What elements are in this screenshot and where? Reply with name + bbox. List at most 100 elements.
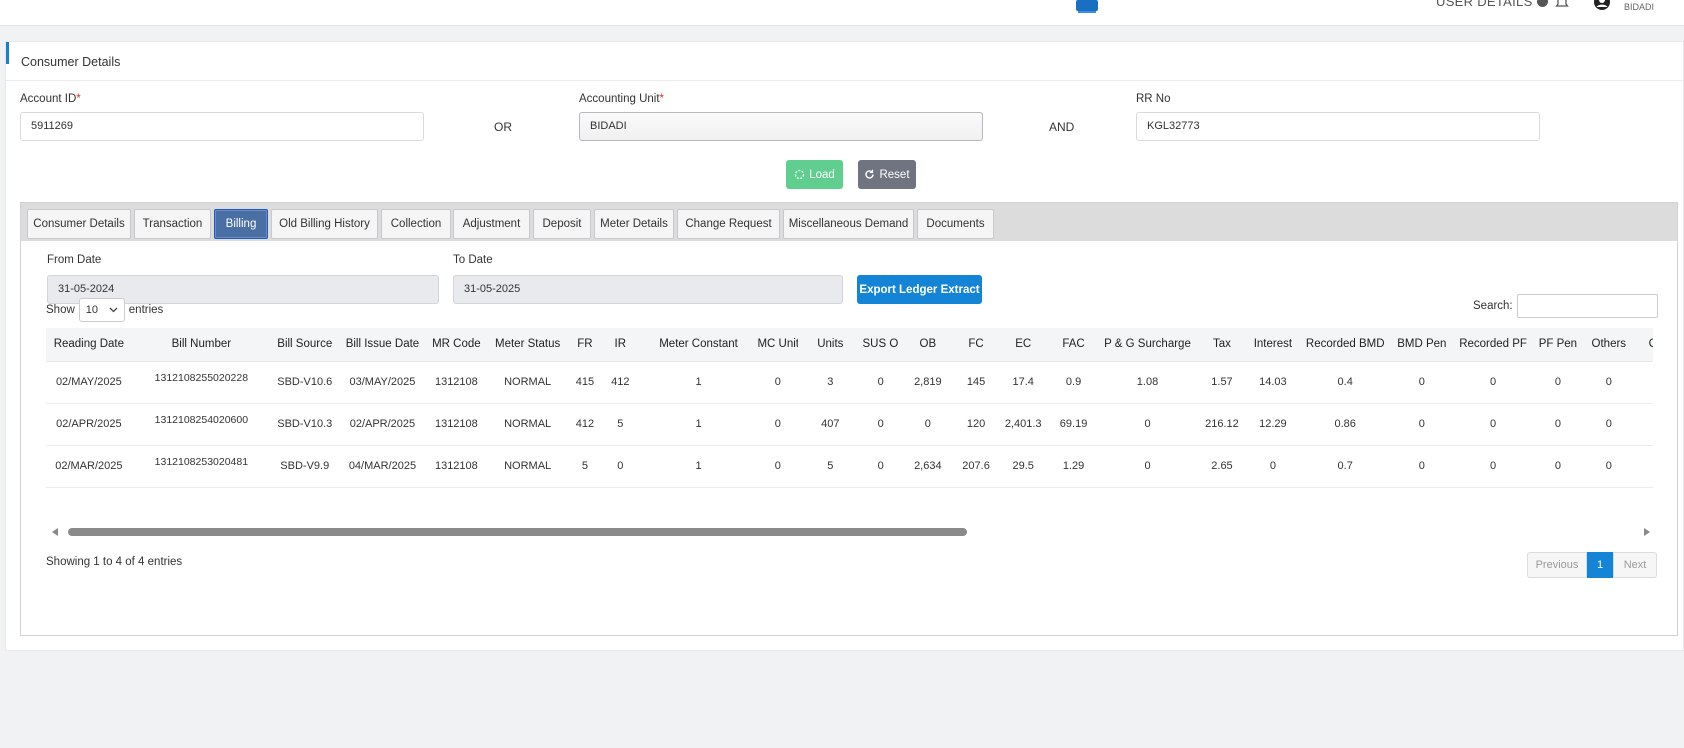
- column-header[interactable]: MR Code: [426, 328, 487, 362]
- table-cell: [1633, 403, 1653, 446]
- column-header[interactable]: Reading Date: [46, 328, 132, 362]
- table-cell: 0: [1096, 487, 1199, 488]
- column-header[interactable]: MC Units: [757, 328, 799, 362]
- next-page-button[interactable]: Next: [1613, 552, 1657, 578]
- to-date-label: To Date: [453, 254, 493, 266]
- column-header[interactable]: Bill Source: [271, 328, 339, 362]
- tab-billing[interactable]: Billing: [214, 209, 268, 239]
- table-cell: NORMAL: [486, 403, 569, 446]
- table-cell: 0: [1583, 487, 1634, 488]
- column-header[interactable]: Others: [1583, 328, 1634, 362]
- tab-documents[interactable]: Documents: [917, 209, 994, 239]
- reset-button[interactable]: Reset: [858, 160, 916, 189]
- table-cell: 5: [601, 403, 640, 446]
- table-cell: 1312108: [426, 487, 487, 488]
- table-cell: 12.29: [1245, 403, 1301, 446]
- horizontal-scrollbar[interactable]: [52, 525, 1650, 539]
- table-cell: 0.86: [1300, 403, 1390, 446]
- to-date-input[interactable]: 31-05-2025: [453, 275, 843, 304]
- table-cell: 1: [639, 361, 758, 404]
- tab-consumer-details[interactable]: Consumer Details: [27, 209, 131, 239]
- tab-adjustment[interactable]: Adjustment: [453, 209, 530, 239]
- rr-no-input[interactable]: KGL32773: [1136, 112, 1540, 141]
- table-cell: 1312108: [426, 361, 487, 404]
- tab-meter-details[interactable]: Meter Details: [594, 209, 674, 239]
- column-header[interactable]: PF Pen: [1532, 328, 1584, 362]
- page-length-select[interactable]: 10: [78, 298, 125, 322]
- column-header[interactable]: P & G Surcharge: [1096, 328, 1199, 362]
- table-cell: 0: [757, 487, 799, 488]
- table-cell: 1: [639, 403, 758, 446]
- table-cell: 120: [956, 403, 996, 446]
- column-header[interactable]: SUS OB: [862, 328, 899, 362]
- table-cell: 1312108252020180: [131, 487, 272, 488]
- divider: [6, 80, 1683, 81]
- tab-old-billing-history[interactable]: Old Billing History: [271, 209, 378, 239]
- from-date-label: From Date: [47, 254, 102, 266]
- column-header[interactable]: IR: [601, 328, 640, 362]
- table-cell: 0.9: [1051, 361, 1097, 404]
- table-cell: [1633, 361, 1653, 404]
- table-cell: 1.08: [1096, 361, 1199, 404]
- column-header[interactable]: Meter Status: [486, 328, 569, 362]
- tab-transaction[interactable]: Transaction: [134, 209, 211, 239]
- table-cell: 0: [1583, 361, 1634, 404]
- table-row: 02/MAR/2025 1312108253020481 SBD-V9.9 04/MA…: [46, 445, 1653, 488]
- table-cell: NORMAL: [486, 445, 569, 488]
- tab-miscellaneous-demand[interactable]: Miscellaneous Demand: [783, 209, 914, 239]
- table-cell: 0: [862, 361, 899, 404]
- avatar-icon[interactable]: [1593, 0, 1611, 11]
- tab-bar: Consumer Details Transaction Billing Old…: [21, 203, 1677, 241]
- search-input[interactable]: [1516, 294, 1658, 318]
- column-header[interactable]: Tax: [1198, 328, 1246, 362]
- table-cell: 0: [1453, 487, 1533, 488]
- column-header[interactable]: FR: [568, 328, 602, 362]
- table-cell: 02/APR/2025: [338, 403, 427, 446]
- previous-page-button[interactable]: Previous: [1527, 552, 1587, 578]
- load-button[interactable]: Load: [786, 160, 843, 189]
- show-label: Show: [46, 304, 75, 316]
- table-cell: 1.57: [1198, 361, 1246, 404]
- column-header[interactable]: Curre: [1633, 328, 1653, 362]
- user-details-menu[interactable]: USER DETAILS: [1436, 0, 1548, 9]
- column-header[interactable]: Units: [798, 328, 863, 362]
- table-row: 02/MAY/2025 1312108255020228 SBD-V10.6 03/M…: [46, 361, 1653, 404]
- scrollbar-thumb[interactable]: [68, 528, 967, 536]
- column-header[interactable]: EC: [995, 328, 1052, 362]
- column-header[interactable]: Recorded BMD: [1300, 328, 1390, 362]
- bell-icon[interactable]: [1554, 0, 1570, 10]
- tab-deposit[interactable]: Deposit: [533, 209, 591, 239]
- table-cell: 1: [639, 445, 758, 488]
- table-cell: 1.4: [1300, 487, 1390, 488]
- column-header[interactable]: Bill Issue Date: [338, 328, 427, 362]
- column-header[interactable]: Meter Constant: [639, 328, 758, 362]
- column-header[interactable]: OB: [898, 328, 957, 362]
- scroll-left-icon[interactable]: [52, 528, 58, 536]
- table-cell: 0: [1389, 403, 1454, 446]
- column-header[interactable]: FAC: [1051, 328, 1097, 362]
- table-cell: 03/MAY/2025: [338, 361, 427, 404]
- table-cell: 0: [757, 403, 799, 446]
- column-header[interactable]: BMD Pen: [1389, 328, 1454, 362]
- table-cell: 216.12: [1198, 403, 1246, 446]
- column-header[interactable]: Bill Number: [131, 328, 272, 362]
- table-cell: 407: [798, 403, 863, 446]
- scroll-right-icon[interactable]: [1644, 528, 1650, 536]
- page-1-button[interactable]: 1: [1587, 552, 1613, 578]
- column-header[interactable]: Recorded PF: [1453, 328, 1533, 362]
- tab-change-request[interactable]: Change Request: [677, 209, 780, 239]
- column-header[interactable]: FC: [956, 328, 996, 362]
- export-ledger-button[interactable]: Export Ledger Extract: [857, 275, 982, 304]
- table-cell: 0: [601, 487, 640, 488]
- accounting-unit-select[interactable]: BIDADI: [579, 112, 983, 141]
- accounting-unit-label: Accounting Unit*: [579, 93, 665, 105]
- account-id-input[interactable]: 5911269: [20, 112, 424, 141]
- entries-label: entries: [128, 304, 164, 316]
- tab-collection[interactable]: Collection: [381, 209, 451, 239]
- table-cell: 65.7: [1389, 487, 1454, 488]
- column-header[interactable]: Interest: [1245, 328, 1301, 362]
- table-cell: NORMAL: [486, 361, 569, 404]
- table-cell: 2,634: [898, 445, 957, 488]
- card-accent-bar: [6, 42, 9, 64]
- table-cell: 0: [1453, 361, 1533, 404]
